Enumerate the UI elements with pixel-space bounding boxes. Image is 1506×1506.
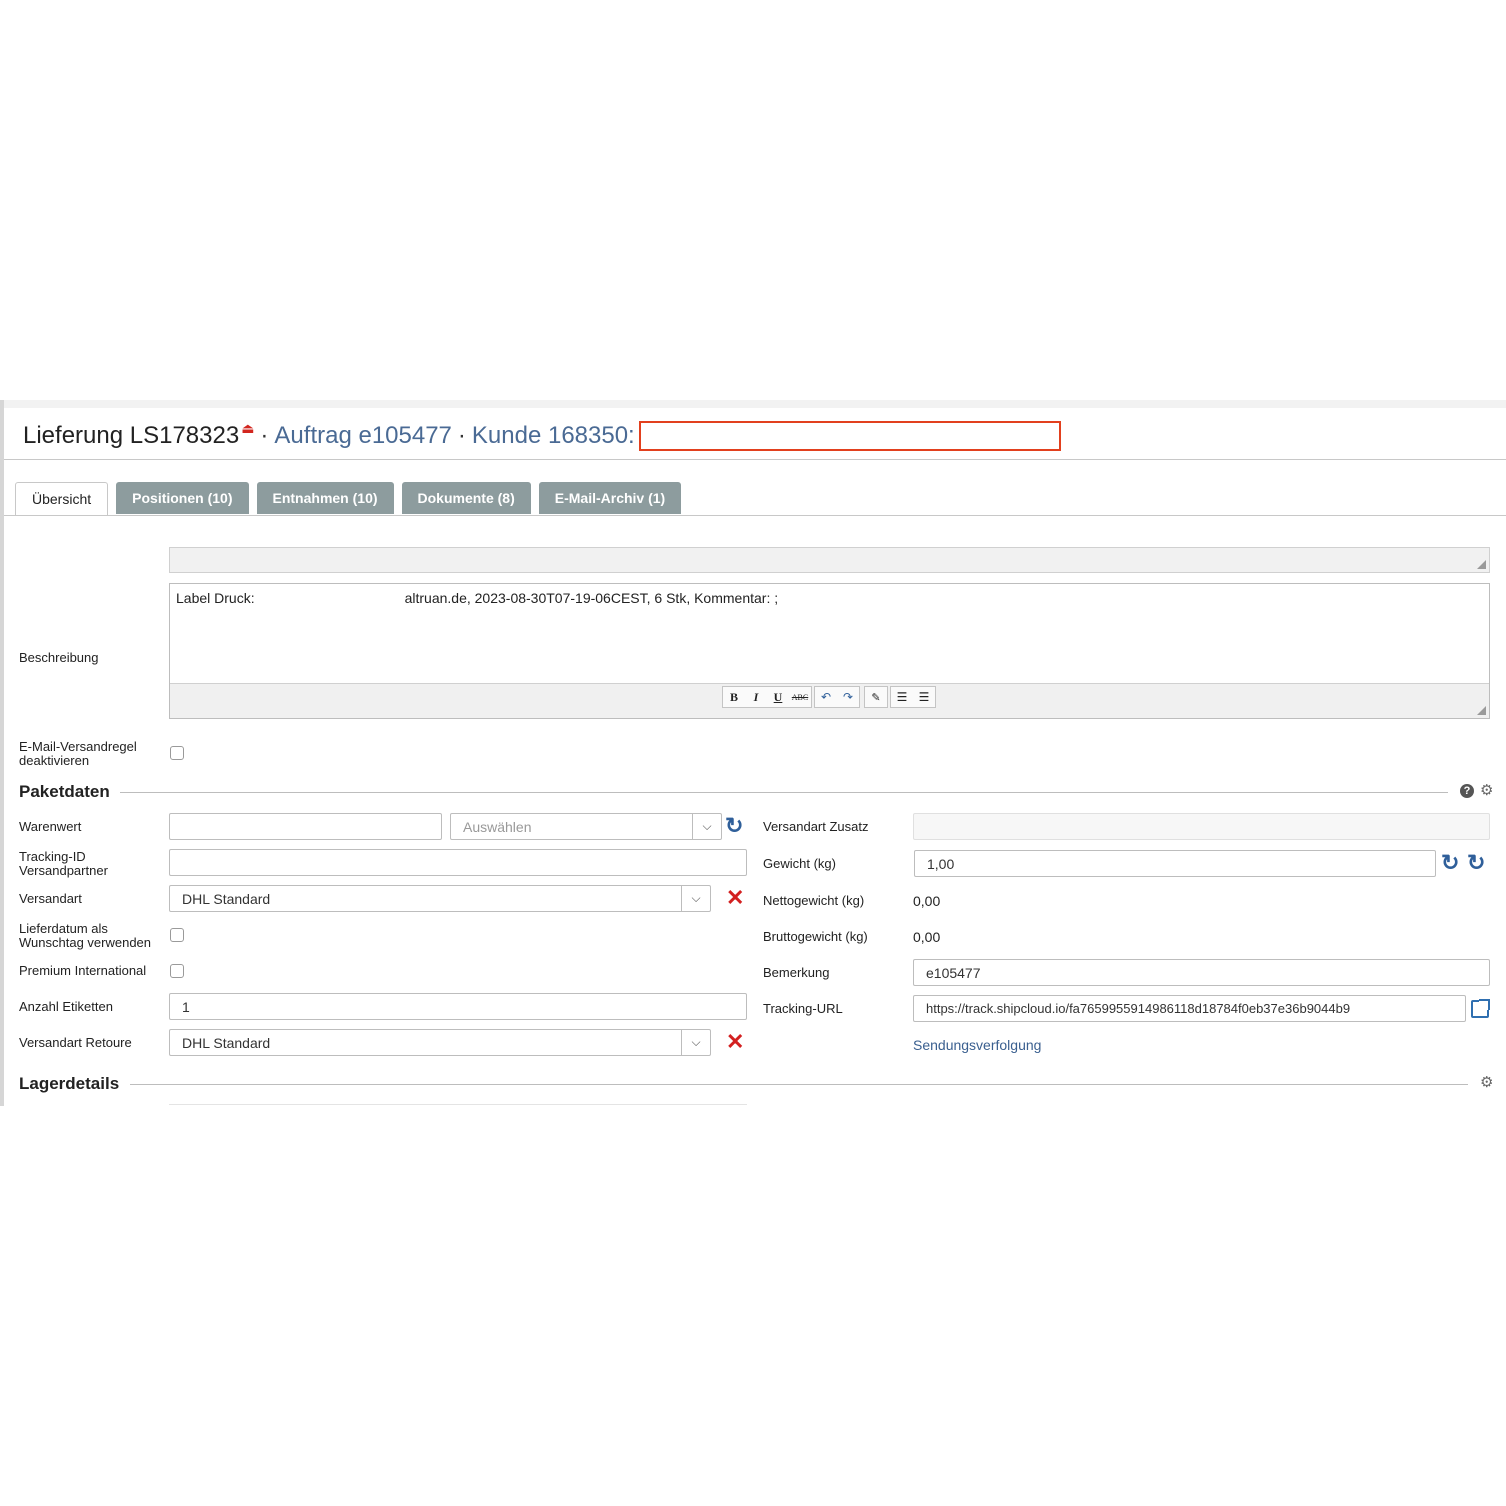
bullet-list-icon[interactable]: ☰ xyxy=(891,687,913,707)
bemerkung-input[interactable]: e105477 xyxy=(913,959,1490,986)
gear-icon[interactable]: ⚙ xyxy=(1480,1073,1493,1091)
clear-retoure-icon[interactable]: ✕ xyxy=(726,1031,744,1053)
list-group: ☰ ☰ xyxy=(890,686,936,708)
resize-handle[interactable] xyxy=(1477,560,1486,569)
chevron-down-icon[interactable]: ⌵ xyxy=(681,1030,710,1055)
editor-toolbar: B I U ABC ↶ ↷ ✎ ☰ ☰ xyxy=(170,683,1489,718)
top-strip xyxy=(4,400,1506,408)
chevron-down-icon[interactable]: ⌵ xyxy=(681,886,710,911)
brutto-label: Bruttogewicht (kg) xyxy=(763,929,868,944)
netto-label: Nettogewicht (kg) xyxy=(763,893,865,908)
premium-label: Premium International xyxy=(19,963,147,978)
bold-button[interactable]: B xyxy=(723,687,745,707)
email-rule-checkbox[interactable] xyxy=(170,746,184,760)
section-paketdaten: Paketdaten xyxy=(19,782,110,801)
retoure-label: Versandart Retoure xyxy=(19,1035,132,1050)
tracking-url-label: Tracking-URL xyxy=(763,1001,843,1016)
strikethrough-button[interactable]: ABC xyxy=(789,687,811,707)
tab-email-archiv[interactable]: E-Mail-Archiv (1) xyxy=(538,482,682,514)
versandart-select[interactable]: DHL Standard ⌵ xyxy=(169,885,711,912)
zusatz-label: Versandart Zusatz xyxy=(763,819,869,834)
tab-uebersicht[interactable]: Übersicht xyxy=(15,482,109,516)
tab-dokumente[interactable]: Dokumente (8) xyxy=(401,482,531,514)
brutto-value: 0,00 xyxy=(913,929,941,945)
gewicht-label: Gewicht (kg) xyxy=(763,856,836,871)
refresh-icon[interactable]: ↻ xyxy=(1467,852,1485,874)
clear-format-icon[interactable]: ✎ xyxy=(865,687,887,707)
retoure-select[interactable]: DHL Standard ⌵ xyxy=(169,1029,711,1056)
tracking-id-input[interactable] xyxy=(169,849,747,876)
description-title-field[interactable] xyxy=(169,547,1490,573)
lieferdatum-label: Lieferdatum als Wunschtag verwenden xyxy=(19,921,152,950)
tracking-url-input[interactable]: https://track.shipcloud.io/fa76599559149… xyxy=(913,995,1466,1022)
gear-icon[interactable]: ⚙ xyxy=(1480,781,1493,799)
tab-bar: Übersicht Positionen (10) Entnahmen (10)… xyxy=(15,482,682,516)
redacted-customer-name xyxy=(638,421,1061,451)
description-label: Beschreibung xyxy=(19,650,99,665)
refresh-icon[interactable]: ↻ xyxy=(725,815,743,837)
zusatz-input[interactable] xyxy=(913,813,1490,840)
numbered-list-icon[interactable]: ☰ xyxy=(913,687,935,707)
warenwert-input[interactable] xyxy=(169,813,442,840)
redo-icon[interactable]: ↷ xyxy=(837,687,859,707)
etiketten-input[interactable]: 1 xyxy=(169,993,747,1020)
section-divider xyxy=(130,1084,1468,1085)
tab-divider xyxy=(4,515,1506,516)
tracking-id-label: Tracking-ID Versandpartner xyxy=(19,849,108,878)
clear-group: ✎ xyxy=(864,686,888,708)
order-link[interactable]: Auftrag e105477 xyxy=(274,422,451,450)
page-header: Lieferung LS178323 ⏏ · Auftrag e105477 ·… xyxy=(23,420,1061,452)
refresh-icon[interactable]: ↻ xyxy=(1441,852,1459,874)
gewicht-input[interactable]: 1,00 xyxy=(914,850,1436,877)
editor-resize-handle[interactable] xyxy=(1477,706,1486,715)
customer-link[interactable]: Kunde 168350: xyxy=(472,422,635,450)
title-separator-2: · xyxy=(457,422,466,449)
tab-entnahmen[interactable]: Entnahmen (10) xyxy=(256,482,394,514)
currency-select[interactable]: Auswählen ⌵ xyxy=(450,813,722,840)
email-rule-label: E-Mail-Versandregel deaktivieren xyxy=(19,739,137,768)
clear-versandart-icon[interactable]: ✕ xyxy=(726,887,744,909)
format-group: B I U ABC xyxy=(722,686,812,708)
etiketten-label: Anzahl Etiketten xyxy=(19,999,113,1014)
cutoff-field-edge xyxy=(169,1104,747,1105)
description-text[interactable]: Label Druck: altruan.de, 2023-08-30T07-19… xyxy=(176,590,778,606)
tab-positionen[interactable]: Positionen (10) xyxy=(116,482,249,514)
history-group: ↶ ↷ xyxy=(814,686,860,708)
premium-checkbox[interactable] xyxy=(170,964,184,978)
header-divider xyxy=(4,459,1506,460)
section-divider xyxy=(120,792,1448,793)
pdf-icon[interactable]: ⏏ xyxy=(241,420,254,437)
chevron-down-icon[interactable]: ⌵ xyxy=(692,814,721,839)
netto-value: 0,00 xyxy=(913,893,941,909)
sendungsverfolgung-link[interactable]: Sendungsverfolgung xyxy=(913,1037,1041,1053)
description-editor[interactable]: Label Druck: altruan.de, 2023-08-30T07-19… xyxy=(169,583,1490,719)
underline-button[interactable]: U xyxy=(767,687,789,707)
italic-button[interactable]: I xyxy=(745,687,767,707)
bemerkung-label: Bemerkung xyxy=(763,965,830,980)
warenwert-label: Warenwert xyxy=(19,819,82,834)
delivery-panel: Lieferung LS178323 ⏏ · Auftrag e105477 ·… xyxy=(0,400,1506,1106)
undo-icon[interactable]: ↶ xyxy=(815,687,837,707)
lieferdatum-checkbox[interactable] xyxy=(170,928,184,942)
page-title: Lieferung LS178323 xyxy=(23,422,240,449)
versandart-label: Versandart xyxy=(19,891,82,906)
help-icon[interactable]: ? xyxy=(1460,784,1474,798)
external-link-icon[interactable] xyxy=(1471,999,1490,1018)
title-separator: · xyxy=(260,422,269,449)
section-lagerdetails: Lagerdetails xyxy=(19,1074,120,1093)
